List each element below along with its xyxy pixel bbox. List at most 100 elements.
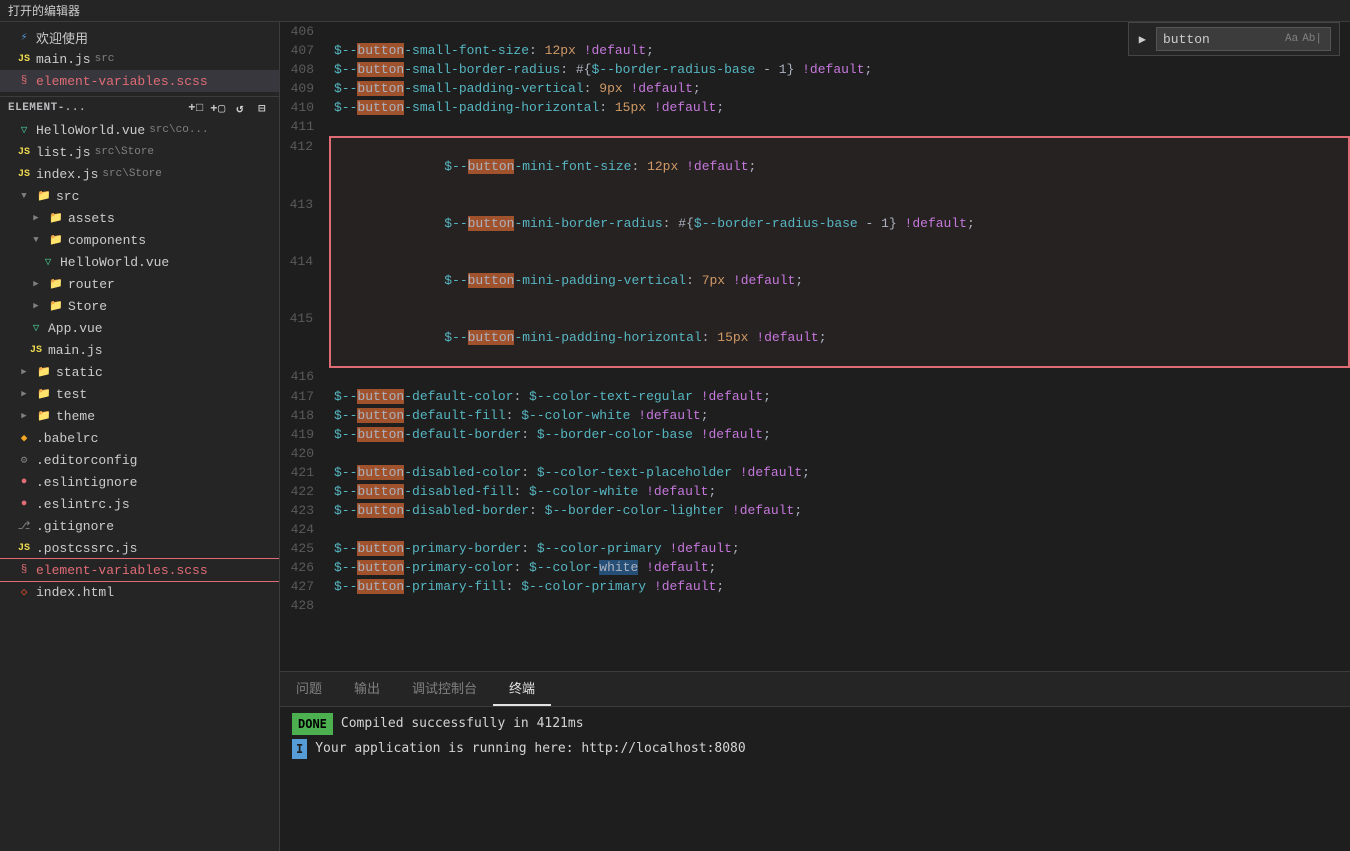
line-code (330, 520, 1349, 539)
eslint-icon: ● (16, 496, 32, 512)
folder-open-icon: 📁 (48, 232, 64, 248)
sidebar-item-label: .eslintrc.js (36, 497, 130, 512)
sidebar-item-index-js[interactable]: JS index.js src\Store (0, 163, 279, 185)
tab-problems[interactable]: 问题 (280, 671, 338, 706)
sidebar-item-sublabel: src\co... (149, 124, 208, 136)
table-row: 414 $--button-mini-padding-vertical: 7px… (280, 252, 1349, 309)
table-row: 410 $--button-small-padding-horizontal: … (280, 98, 1349, 117)
line-code: $--button-mini-font-size: 12px !default; (330, 137, 1349, 195)
sidebar-item-label: assets (68, 211, 115, 226)
js-icon: JS (16, 540, 32, 556)
js-icon: JS (16, 144, 32, 160)
sidebar-item-app-vue[interactable]: ▽ App.vue (0, 317, 279, 339)
code-editor[interactable]: 406 407 $--button-small-font-size: 12px … (280, 22, 1350, 671)
sidebar-item-assets[interactable]: ▶ 📁 assets (0, 207, 279, 229)
table-row: 423 $--button-disabled-border: $--border… (280, 501, 1349, 520)
line-number: 427 (280, 577, 330, 596)
tab-terminal[interactable]: 终端 (493, 671, 551, 706)
line-code: $--button-mini-padding-horizontal: 15px … (330, 309, 1349, 367)
sidebar-item-label: main.js (48, 343, 103, 358)
match-case-button[interactable]: Aa (1283, 33, 1300, 45)
line-code: $--button-default-border: $--border-colo… (330, 425, 1349, 444)
sidebar-item-label: index.js (36, 167, 98, 182)
sidebar-item-label: router (68, 277, 115, 292)
line-code: $--button-disabled-fill: $--color-white … (330, 482, 1349, 501)
vue-icon: ▽ (40, 254, 56, 270)
new-file-button[interactable]: +□ (187, 99, 205, 117)
tab-output[interactable]: 输出 (338, 671, 396, 706)
line-code: $--button-disabled-color: $--color-text-… (330, 463, 1349, 482)
sidebar-item-welcome[interactable]: ⚡ 欢迎使用 (0, 26, 279, 48)
collapse-button[interactable]: ⊟ (253, 99, 271, 117)
search-input-wrap: Aa Ab| (1156, 27, 1331, 51)
sidebar-item-label: 欢迎使用 (36, 28, 88, 47)
table-row: 408 $--button-small-border-radius: #{$--… (280, 60, 1349, 79)
sidebar-item-gitignore[interactable]: ⎇ .gitignore (0, 515, 279, 537)
line-number: 415 (280, 309, 330, 367)
sidebar-item-helloworld[interactable]: ▽ HelloWorld.vue (0, 251, 279, 273)
sidebar-item-static[interactable]: ▶ 📁 static (0, 361, 279, 383)
top-bar-title: 打开的编辑器 (8, 2, 80, 19)
folder-icon: 📁 (36, 408, 52, 424)
bottom-panel: 问题 输出 调试控制台 终端 DONE Compiled successfull… (280, 671, 1350, 851)
folder-icon: 📁 (36, 386, 52, 402)
babel-icon: ◆ (16, 430, 32, 446)
editor-area: ▶ Aa Ab| 406 407 (280, 22, 1350, 851)
tree-toolbar: +□ +▢ ↺ ⊟ (187, 99, 271, 117)
new-folder-button[interactable]: +▢ (209, 99, 227, 117)
sidebar-item-eslintrc[interactable]: ● .eslintrc.js (0, 493, 279, 515)
table-row: 411 (280, 117, 1349, 137)
terminal-cursor: I (292, 739, 307, 759)
sidebar-item-list-js[interactable]: JS list.js src\Store (0, 141, 279, 163)
sidebar-item-main-js-tree[interactable]: JS main.js (0, 339, 279, 361)
sidebar-item-components[interactable]: ▼ 📁 components (0, 229, 279, 251)
line-number: 411 (280, 117, 330, 137)
line-number: 425 (280, 539, 330, 558)
sidebar-item-element-variables-bottom[interactable]: § element-variables.scss (0, 559, 279, 581)
line-number: 426 (280, 558, 330, 577)
sidebar-item-test[interactable]: ▶ 📁 test (0, 383, 279, 405)
line-code: $--button-small-padding-vertical: 9px !d… (330, 79, 1349, 98)
panel-content: DONE Compiled successfully in 4121ms I Y… (280, 707, 1350, 851)
js-icon: JS (16, 166, 32, 182)
line-code (330, 596, 1349, 615)
folder-arrow: ▶ (16, 408, 32, 424)
file-tree: ▽ HelloWorld.vue src\co... JS list.js sr… (0, 119, 279, 851)
sidebar-item-index-html[interactable]: ◇ index.html (0, 581, 279, 603)
sidebar-item-sublabel: src\Store (102, 168, 161, 180)
sidebar-item-label: test (56, 387, 87, 402)
sidebar-item-main-js[interactable]: JS main.js src (0, 48, 279, 70)
sidebar-item-postcssrc[interactable]: JS .postcssrc.js (0, 537, 279, 559)
table-row: 420 (280, 444, 1349, 463)
scss-icon: § (16, 73, 32, 89)
match-word-button[interactable]: Ab| (1300, 33, 1324, 45)
sidebar-item-label: main.js (36, 52, 91, 67)
search-collapse-arrow[interactable]: ▶ (1137, 32, 1148, 47)
sidebar-item-theme[interactable]: ▶ 📁 theme (0, 405, 279, 427)
folder-open-arrow: ▼ (16, 188, 32, 204)
sidebar-item-router[interactable]: ▶ 📁 router (0, 273, 279, 295)
sidebar-item-store[interactable]: ▶ 📁 Store (0, 295, 279, 317)
sidebar-item-editorconfig[interactable]: ⚙ .editorconfig (0, 449, 279, 471)
tab-debug-console[interactable]: 调试控制台 (396, 671, 493, 706)
line-number: 420 (280, 444, 330, 463)
code-table: 406 407 $--button-small-font-size: 12px … (280, 22, 1350, 615)
table-row: 425 $--button-primary-border: $--color-p… (280, 539, 1349, 558)
gear-icon: ⚙ (16, 452, 32, 468)
sidebar-item-helloworld-top[interactable]: ▽ HelloWorld.vue src\co... (0, 119, 279, 141)
table-row: 409 $--button-small-padding-vertical: 9p… (280, 79, 1349, 98)
sidebar-item-babelrc[interactable]: ◆ .babelrc (0, 427, 279, 449)
table-row: 422 $--button-disabled-fill: $--color-wh… (280, 482, 1349, 501)
sidebar-item-eslintignore[interactable]: ● .eslintignore (0, 471, 279, 493)
line-code: $--button-disabled-border: $--border-col… (330, 501, 1349, 520)
sidebar-item-label: App.vue (48, 321, 103, 336)
sidebar-item-label: theme (56, 409, 95, 424)
sidebar-item-element-variables-top[interactable]: § element-variables.scss (0, 70, 279, 92)
refresh-button[interactable]: ↺ (231, 99, 249, 117)
vue-icon: ▽ (16, 122, 32, 138)
sidebar-item-src[interactable]: ▼ 📁 src (0, 185, 279, 207)
git-icon: ⎇ (16, 518, 32, 534)
search-input[interactable] (1163, 32, 1283, 47)
terminal-line-running: I Your application is running here: http… (292, 739, 1338, 759)
line-number: 421 (280, 463, 330, 482)
